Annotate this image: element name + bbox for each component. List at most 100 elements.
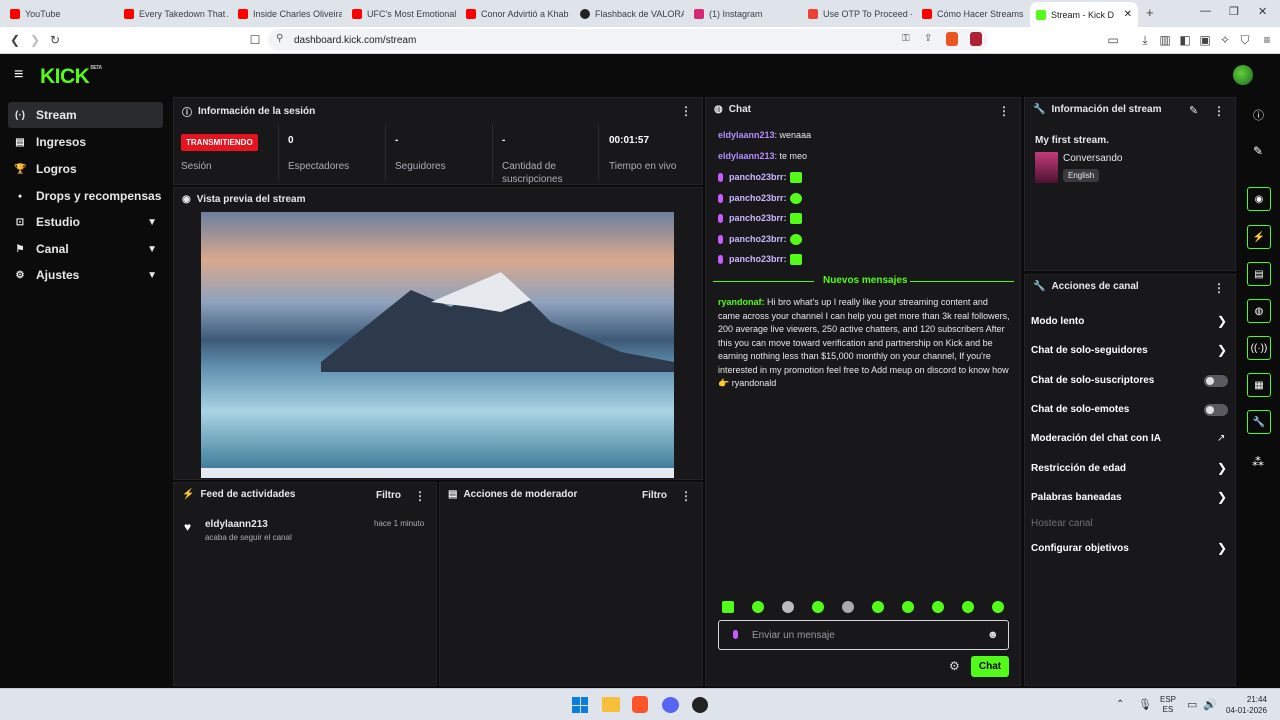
filter-button[interactable]: Filtro <box>642 490 667 501</box>
volume-icon[interactable]: 🔊 <box>1203 698 1217 711</box>
clock[interactable]: 21:44 04-01-2026 <box>1226 694 1267 716</box>
chat-settings-icon[interactable]: ⚙ <box>949 659 960 673</box>
close-window-icon[interactable]: ✕ <box>1258 5 1267 18</box>
sidebar-item-ajustes[interactable]: ⚙ Ajustes ▼ <box>8 262 163 288</box>
send-chat-button[interactable]: Chat <box>971 656 1009 677</box>
sidebar-item-stream[interactable]: (·) Stream <box>8 102 163 128</box>
discord-icon[interactable] <box>662 697 679 713</box>
action-configure-goals[interactable]: Configurar objetivos <box>1031 543 1129 554</box>
chevron-right-icon[interactable]: ❯ <box>1217 461 1227 475</box>
rail-button[interactable]: ▦ <box>1247 373 1271 397</box>
reload-icon[interactable]: ↻ <box>48 33 62 47</box>
rail-button[interactable]: 🔧 <box>1247 410 1271 434</box>
more-options-icon[interactable]: ⋮ <box>1213 104 1225 118</box>
edit-pencil-icon[interactable]: ✎ <box>1253 144 1263 158</box>
rail-button[interactable]: ⚡ <box>1247 225 1271 249</box>
filter-button[interactable]: Filtro <box>376 490 401 501</box>
group-icon[interactable]: ⁂ <box>1252 455 1264 469</box>
emote-icon[interactable] <box>932 601 944 613</box>
rail-button[interactable]: ◍ <box>1247 299 1271 323</box>
brave-browser-icon[interactable] <box>632 696 648 713</box>
more-options-icon[interactable]: ⋮ <box>680 489 692 503</box>
more-options-icon[interactable]: ⋮ <box>680 104 692 118</box>
rail-button[interactable]: ◉ <box>1247 187 1271 211</box>
close-tab-icon[interactable]: ✕ <box>1124 9 1132 20</box>
emote-icon[interactable] <box>962 601 974 613</box>
sidebar-item-estudio[interactable]: ⊡ Estudio ▼ <box>8 209 163 235</box>
mic-icon[interactable] <box>733 630 738 639</box>
emote-icon[interactable] <box>872 601 884 613</box>
chat-input[interactable]: Enviar un mensaje ☻ <box>718 620 1009 650</box>
sidebar-item-logros[interactable]: 🏆 Logros <box>8 156 163 182</box>
chevron-right-icon[interactable]: ❯ <box>1217 314 1227 328</box>
more-options-icon[interactable]: ⋮ <box>414 489 426 503</box>
sidebar-item-drops[interactable]: ⬩ Drops y recompensas <box>8 183 163 209</box>
browser-tab[interactable]: Conor Advirtió a Khab <box>460 4 570 24</box>
brave-shield-icon[interactable] <box>946 32 958 46</box>
emotes-only-toggle[interactable] <box>1204 404 1228 416</box>
chevron-right-icon[interactable]: ❯ <box>1217 541 1227 555</box>
external-link-icon[interactable]: ↗ <box>1217 433 1225 444</box>
file-explorer-icon[interactable] <box>602 697 620 712</box>
browser-tab[interactable]: YouTube <box>4 4 114 24</box>
obs-icon[interactable] <box>692 697 708 713</box>
library-icon[interactable]: ▥ <box>1158 33 1172 47</box>
url-field[interactable]: ⚲ dashboard.kick.com/stream ⚿ ⇪ <box>268 29 988 51</box>
bookmark-icon[interactable]: ☐ <box>248 33 262 47</box>
rail-button[interactable]: ▤ <box>1247 262 1271 286</box>
avatar[interactable] <box>1233 65 1253 85</box>
password-key-icon[interactable]: ⚿ <box>902 33 910 44</box>
share-icon[interactable]: ⇪ <box>924 33 932 44</box>
stream-category[interactable]: Conversando <box>1063 153 1122 164</box>
maximize-icon[interactable]: ❐ <box>1229 5 1239 18</box>
rail-button[interactable]: ((·)) <box>1247 336 1271 360</box>
browser-tab[interactable]: Use OTP To Proceed - <box>802 4 912 24</box>
action-ai-moderation[interactable]: Moderación del chat con IA <box>1031 433 1161 444</box>
stream-preview-video[interactable] <box>201 212 674 478</box>
emote-icon[interactable] <box>842 601 854 613</box>
browser-tab[interactable]: Flashback de VALORAI <box>574 4 684 24</box>
chevron-up-icon[interactable]: ⌃ <box>1116 699 1124 710</box>
language-indicator[interactable]: ESP ES <box>1160 695 1176 715</box>
emote-icon[interactable] <box>752 601 764 613</box>
action-banned-words[interactable]: Palabras baneadas <box>1031 492 1122 503</box>
browser-tab[interactable]: (1) Instagram <box>688 4 798 24</box>
subscribers-only-toggle[interactable] <box>1204 375 1228 387</box>
forward-icon[interactable]: ❯ <box>28 33 42 47</box>
info-icon[interactable]: ⓘ <box>1253 107 1264 123</box>
kick-logo[interactable]: KICKBETA <box>40 65 102 89</box>
hamburger-menu-icon[interactable]: ≡ <box>14 66 23 84</box>
browser-tab[interactable]: UFC's Most Emotional <box>346 4 456 24</box>
edit-pencil-icon[interactable]: ✎ <box>1189 104 1198 117</box>
brave-rewards-icon[interactable] <box>970 32 982 46</box>
vpn-icon[interactable]: ⛉ <box>1238 33 1252 48</box>
browser-tab[interactable]: Every Takedown That A <box>118 4 228 24</box>
emote-icon[interactable] <box>992 601 1004 613</box>
menu-icon[interactable]: ≡ <box>1260 33 1274 47</box>
emote-icon[interactable] <box>782 601 794 613</box>
emote-icon[interactable] <box>902 601 914 613</box>
chevron-right-icon[interactable]: ❯ <box>1217 343 1227 357</box>
category-thumbnail[interactable] <box>1035 152 1058 183</box>
feed-username[interactable]: eldylaann213 <box>205 519 268 530</box>
browser-tab[interactable]: Cómo Hacer Streams <box>916 4 1026 24</box>
more-options-icon[interactable]: ⋮ <box>1213 281 1225 295</box>
sidebar-item-canal[interactable]: ⚑ Canal ▼ <box>8 236 163 262</box>
split-view-icon[interactable]: ◧ <box>1178 33 1192 47</box>
browser-tab[interactable]: Inside Charles Oliveira <box>232 4 342 24</box>
emote-icon[interactable] <box>722 601 734 613</box>
back-icon[interactable]: ❮ <box>8 33 22 47</box>
sidebar-toggle-icon[interactable]: ▭ <box>1106 33 1120 47</box>
wallet-icon[interactable]: ▣ <box>1198 33 1212 47</box>
leo-ai-icon[interactable]: ✧ <box>1218 33 1232 47</box>
chevron-right-icon[interactable]: ❯ <box>1217 490 1227 504</box>
downloads-icon[interactable]: ⤓ <box>1138 33 1152 48</box>
action-age-restriction[interactable]: Restricción de edad <box>1031 463 1126 474</box>
more-options-icon[interactable]: ⋮ <box>998 104 1010 118</box>
site-settings-icon[interactable]: ⚲ <box>276 33 283 44</box>
new-tab-icon[interactable]: + <box>1146 5 1154 20</box>
emote-icon[interactable] <box>812 601 824 613</box>
browser-tab-active[interactable]: Stream - Kick D ✕ <box>1030 2 1138 27</box>
display-icon[interactable]: ▭ <box>1187 698 1197 711</box>
action-slow-mode[interactable]: Modo lento <box>1031 316 1084 327</box>
